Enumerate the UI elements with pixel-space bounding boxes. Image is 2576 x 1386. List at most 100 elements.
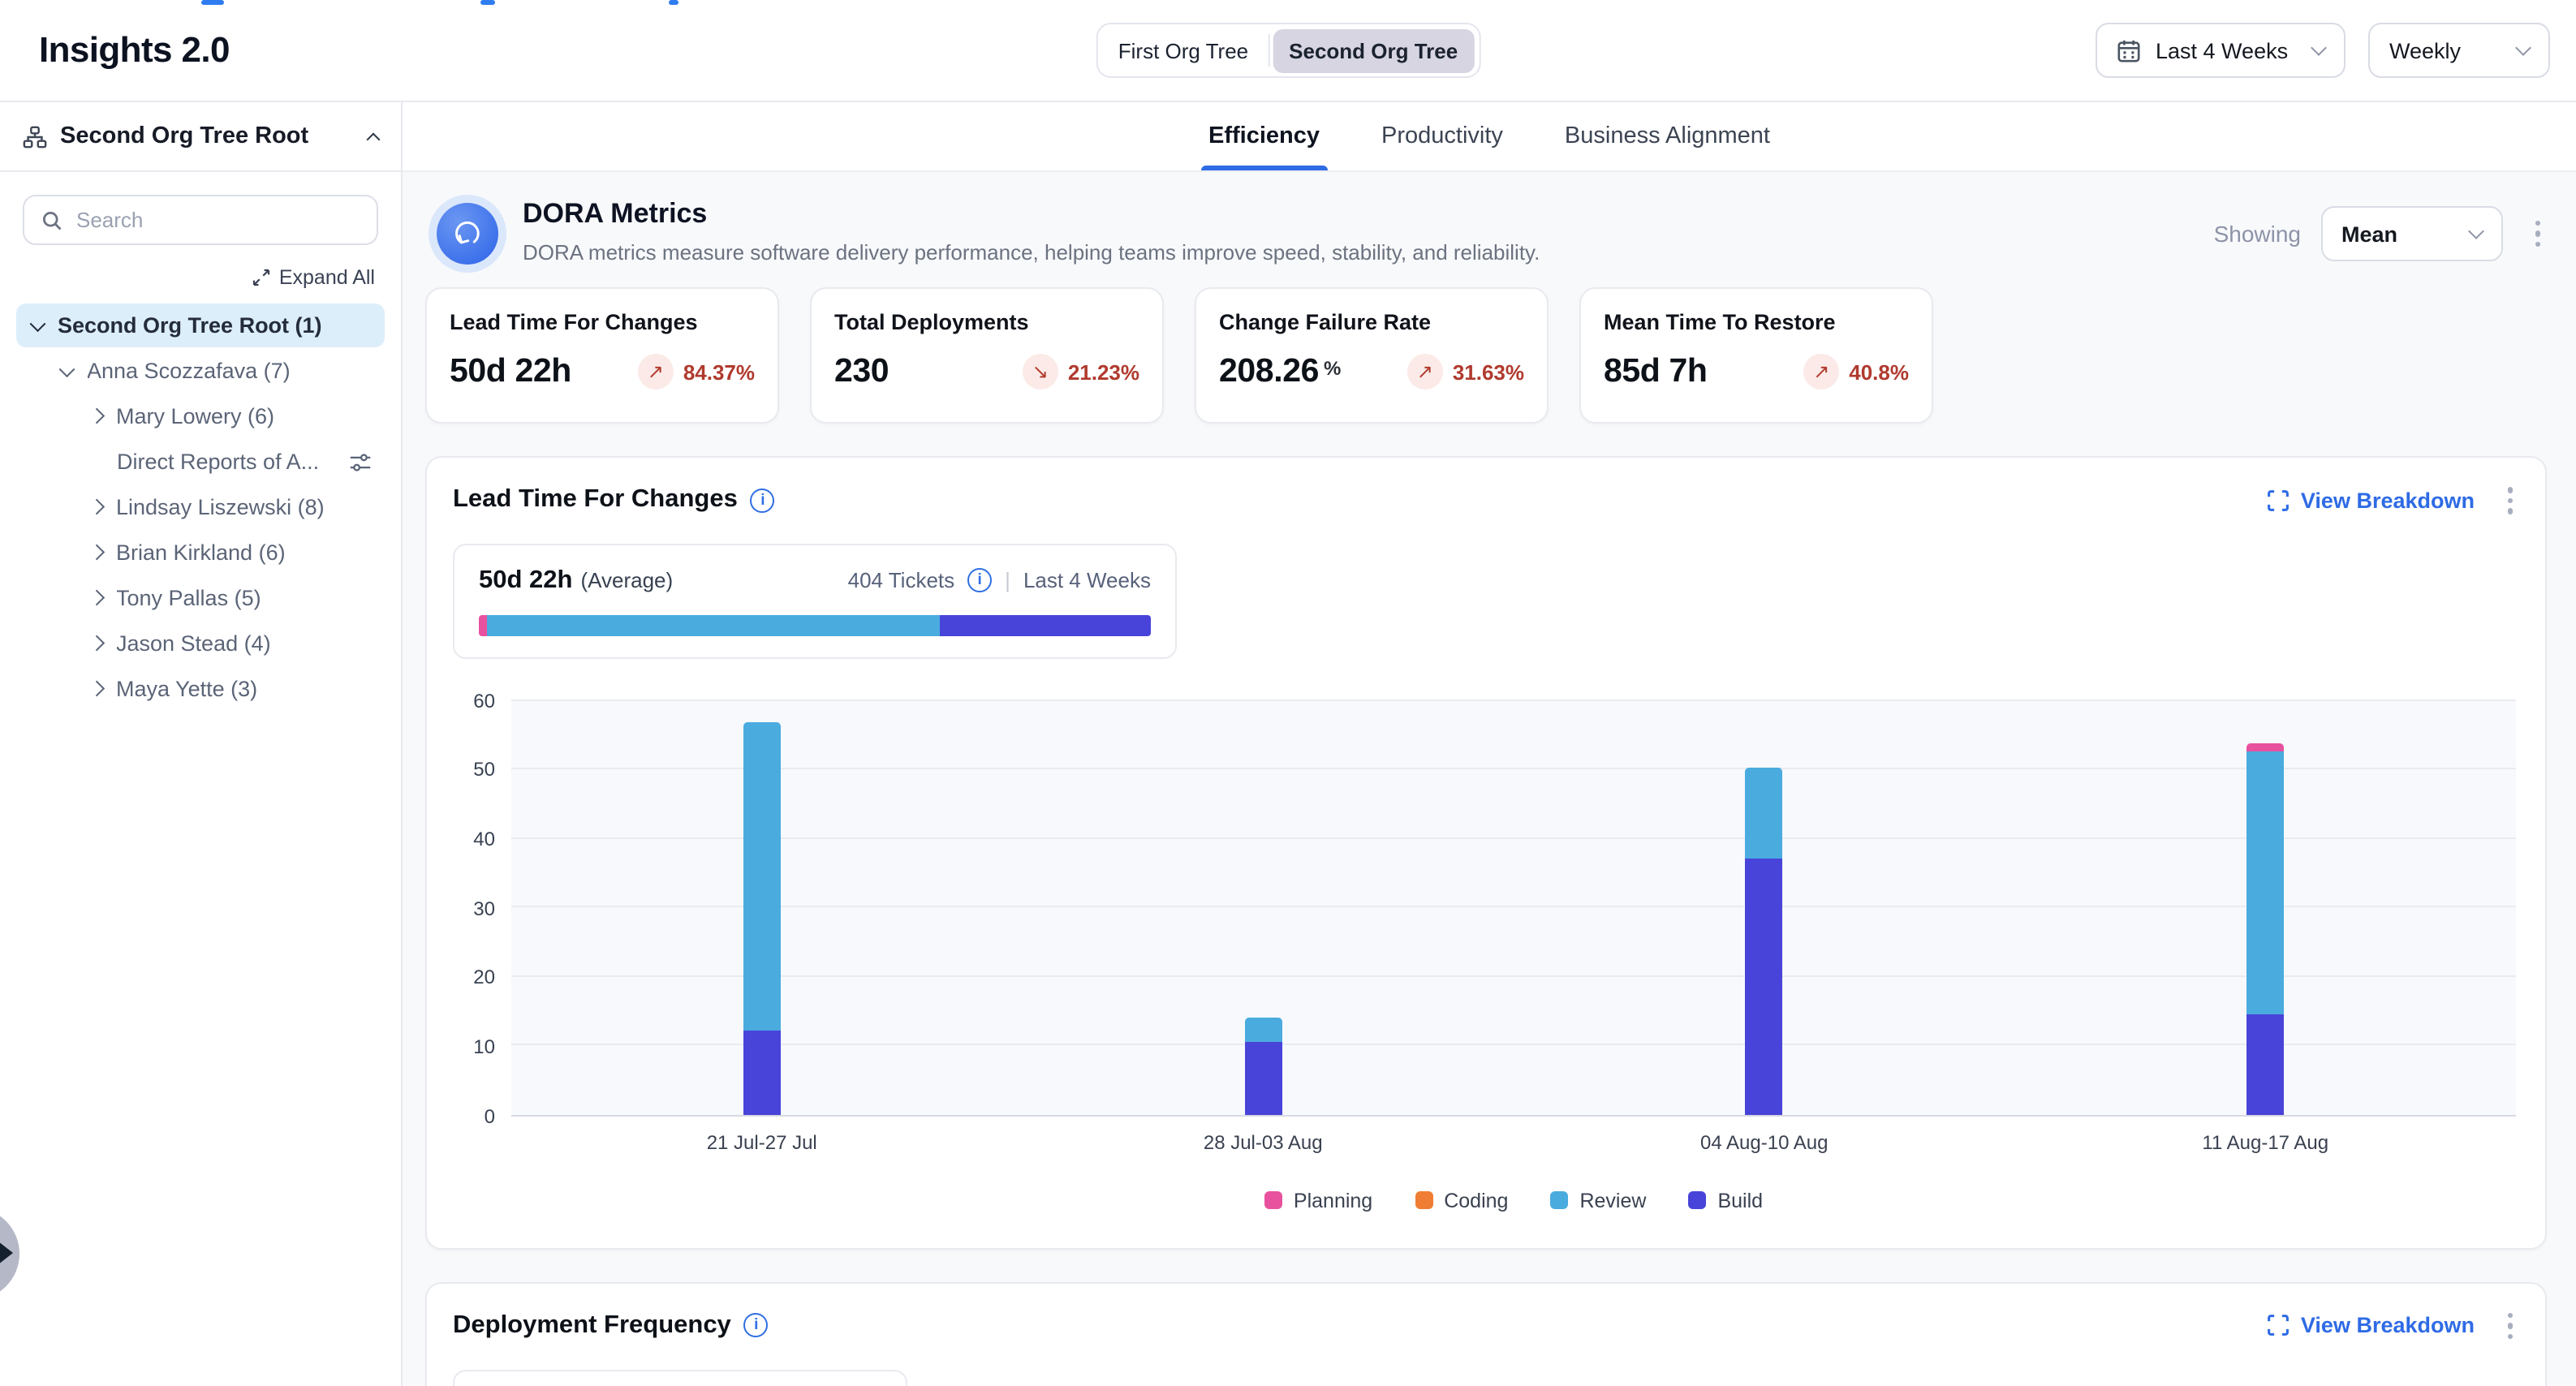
legend-label: Review (1579, 1189, 1646, 1212)
lead-time-panel: Lead Time For Changes i View Breakdown (425, 456, 2547, 1249)
lead-time-title-row: Lead Time For Changes i (453, 486, 775, 515)
bar-segment-review (1244, 1018, 1282, 1042)
tab-productivity[interactable]: Productivity (1381, 102, 1503, 170)
stacked-bar[interactable] (1746, 768, 1783, 1114)
main-content: DORA Metrics DORA metrics measure softwa… (403, 172, 2576, 1386)
chevron-right-icon (88, 500, 103, 514)
app-title: Insights 2.0 (26, 29, 230, 71)
x-tick-label: 04 Aug-10 Aug (1514, 1130, 2015, 1153)
stacked-bar[interactable] (2246, 744, 2284, 1115)
stat-card: Change Failure Rate208.26%↗31.63% (1195, 287, 1549, 424)
date-range-value: Last 4 Weeks (2156, 38, 2288, 62)
tab-efficiency[interactable]: Efficiency (1208, 102, 1320, 170)
legend-swatch (1688, 1191, 1706, 1209)
summary-stacked-bar (479, 614, 1151, 635)
view-breakdown-icon (2268, 1315, 2290, 1336)
stacked-bar[interactable] (743, 723, 781, 1114)
deployment-frequency-panel: Deployment Frequency i View Breakdown (425, 1281, 2547, 1386)
header-controls: Last 4 Weeks Weekly (2096, 23, 2550, 78)
lead-time-chart: 0102030405060 21 Jul-27 Jul28 Jul-03 Aug… (453, 700, 2519, 1212)
search-input[interactable] (76, 208, 360, 232)
tree-item[interactable]: Tony Pallas (5) (16, 576, 385, 620)
x-tick-label: 11 Aug-17 Aug (2015, 1130, 2517, 1153)
tree-item[interactable]: Direct Reports of A... (16, 440, 385, 484)
tree-item[interactable]: Maya Yette (3) (16, 667, 385, 711)
chevron-right-icon (88, 545, 103, 560)
app-root: Insights 2.0 First Org Tree Second Org T… (0, 0, 2576, 1386)
granularity-select[interactable]: Weekly (2368, 23, 2550, 78)
stat-card-title: Mean Time To Restore (1604, 310, 1909, 334)
stat-card-title: Total Deployments (834, 310, 1139, 334)
sidebar-header[interactable]: Second Org Tree Root (0, 102, 401, 172)
trend-down-icon: ↘ (1023, 354, 1058, 390)
expand-all-button[interactable]: Expand All (252, 266, 375, 289)
view-breakdown-label: View Breakdown (2301, 489, 2475, 513)
chevron-right-icon (88, 591, 103, 605)
legend-swatch (1264, 1191, 1282, 1209)
date-range-select[interactable]: Last 4 Weeks (2096, 23, 2346, 78)
legend-item-coding[interactable]: Coding (1415, 1189, 1508, 1212)
clipped-link-fragment (480, 0, 495, 5)
legend-item-review[interactable]: Review (1550, 1189, 1646, 1212)
trend-up-icon: ↗ (1803, 354, 1839, 390)
toggle-divider (1268, 34, 1269, 67)
view-breakdown-button[interactable]: View Breakdown (2268, 1314, 2475, 1338)
bar-segment-review (1746, 768, 1783, 858)
tree-item-label: Tony Pallas (5) (116, 586, 261, 610)
summary-value: 50d 22h (479, 566, 572, 595)
tree-item[interactable]: Anna Scozzafava (7) (16, 349, 385, 393)
x-tick-label: 28 Jul-03 Aug (1013, 1130, 1514, 1153)
lead-time-title: Lead Time For Changes (453, 486, 738, 515)
chevron-right-icon (88, 682, 103, 696)
stat-card-title: Lead Time For Changes (450, 310, 755, 334)
search-icon (41, 209, 63, 231)
tree-item-label: Second Org Tree Root (1) (58, 313, 322, 338)
legend-label: Planning (1294, 1189, 1372, 1212)
view-breakdown-button[interactable]: View Breakdown (2268, 489, 2475, 513)
arrow-right-icon (0, 1242, 13, 1264)
granularity-value: Weekly (2389, 38, 2461, 62)
tree-item[interactable]: Second Org Tree Root (1) (16, 303, 385, 347)
org-toggle-second[interactable]: Second Org Tree (1273, 28, 1474, 72)
dora-icon (437, 203, 498, 265)
tree-item[interactable]: Jason Stead (4) (16, 622, 385, 665)
legend-item-build[interactable]: Build (1688, 1189, 1763, 1212)
info-icon[interactable]: i (967, 567, 992, 592)
aggregation-select[interactable]: Mean (2320, 206, 2502, 261)
tree-item[interactable]: Lindsay Liszewski (8) (16, 485, 385, 529)
tree-item-label: Maya Yette (3) (116, 677, 257, 701)
tab-business-alignment[interactable]: Business Alignment (1565, 102, 1770, 170)
legend-swatch (1415, 1191, 1432, 1209)
info-icon[interactable]: i (744, 1314, 769, 1338)
bar-segment-build (1244, 1041, 1282, 1114)
trend-up-icon: ↗ (638, 354, 674, 390)
stat-cards: Lead Time For Changes50d 22h↗84.37%Total… (425, 287, 2547, 424)
lead-time-summary-card: 50d 22h (Average) 404 Tickets i | Last 4… (453, 543, 1177, 658)
trend-value: 21.23% (1068, 359, 1139, 384)
sidebar-body: Expand All Second Org Tree Root (1) Anna … (0, 172, 401, 734)
dora-title: DORA Metrics (523, 198, 1540, 230)
x-tick-label: 21 Jul-27 Jul (511, 1130, 1013, 1153)
org-toggle-first[interactable]: First Org Tree (1102, 28, 1264, 72)
trend-value: 40.8% (1849, 359, 1909, 384)
trend-value: 31.63% (1453, 359, 1524, 384)
tree-item-label: Anna Scozzafava (7) (87, 359, 291, 383)
clipped-link-fragment (201, 0, 224, 5)
showing-control: Showing Mean (2214, 206, 2547, 261)
lead-time-plot (511, 700, 2516, 1116)
tree-item[interactable]: Mary Lowery (6) (16, 394, 385, 438)
stat-card-value: 85d 7h (1604, 352, 1708, 391)
more-menu[interactable] (2501, 480, 2519, 520)
more-menu[interactable] (2528, 214, 2547, 254)
info-icon[interactable]: i (751, 489, 775, 513)
tree-item[interactable]: Brian Kirkland (6) (16, 531, 385, 575)
stacked-bar[interactable] (1244, 1018, 1282, 1114)
org-tree: Second Org Tree Root (1) Anna Scozzafava … (16, 303, 385, 711)
more-menu[interactable] (2501, 1306, 2519, 1345)
x-axis: 21 Jul-27 Jul28 Jul-03 Aug04 Aug-10 Aug1… (511, 1130, 2516, 1153)
legend-label: Build (1717, 1189, 1763, 1212)
sliders-icon[interactable] (349, 450, 372, 473)
tickets-count: 404 Tickets (848, 567, 955, 592)
legend-item-planning[interactable]: Planning (1264, 1189, 1372, 1212)
summary-bar-segment-build (939, 614, 1151, 635)
